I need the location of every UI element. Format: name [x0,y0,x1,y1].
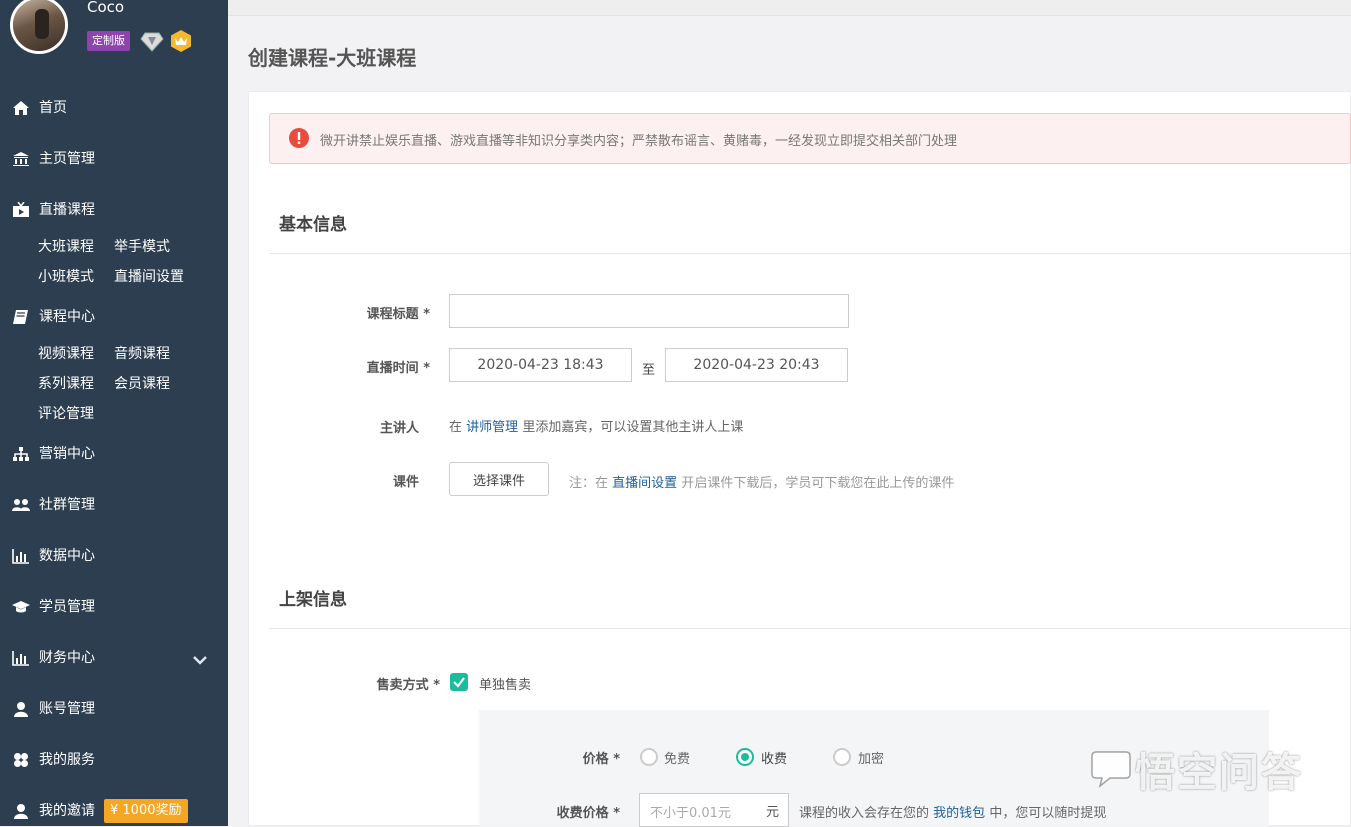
sale-method-label: 售卖方式 * [376,678,440,693]
bank-icon [13,152,29,166]
fee-price-placeholder: 不小于0.01元 [650,806,731,821]
clover-icon [14,753,28,767]
tv-play-icon [13,202,29,217]
nav-account[interactable]: 账号管理 [0,693,228,725]
nav-data-center-label: 数据中心 [39,548,95,564]
price-encrypted-radio[interactable] [833,748,851,766]
watermark-text: 悟空问答 [1135,750,1303,796]
fee-hint-post: 中，您可以随时提现 [989,806,1107,821]
fee-hint-pre: 课程的收入会存在您的 [799,806,930,821]
course-title-label: 课程标题 * [366,307,430,322]
live-time-label: 直播时间 * [366,361,430,376]
section-basic-info: 基本信息 [279,215,347,235]
price-free-radio[interactable] [640,748,658,766]
nav-students[interactable]: 学员管理 [0,591,228,623]
nav-marketing-label: 营销中心 [39,446,95,462]
sub-big-class[interactable]: 大班课程 [38,239,94,255]
avatar[interactable] [10,0,68,54]
bar-chart-icon [12,549,29,564]
price-label: 价格 * [582,752,620,767]
fee-price-label: 收费价格 * [556,806,620,821]
alert-text: 微开讲禁止娱乐直播、游戏直播等非知识分享类内容；严禁散布谣言、黄赌毒，一经发现立… [320,134,958,149]
finance-chart-icon [12,651,29,666]
fee-hint: 课程的收入会存在您的 我的钱包 中，您可以随时提现 [799,802,1106,821]
nav-live-course-label: 直播课程 [39,202,95,218]
crown-badge-icon [171,30,191,52]
sub-series[interactable]: 系列课程 [38,376,94,392]
speaker-text: 在 讲师管理 里添加嘉宾，可以设置其他主讲人上课 [449,416,743,435]
nav-services[interactable]: 我的服务 [0,744,228,776]
sub-audio[interactable]: 音频课程 [114,346,170,362]
graduation-cap-icon [12,601,30,613]
nav-community-label: 社群管理 [39,497,95,513]
sell-separately-checkbox[interactable] [450,673,468,691]
courseware-hint-pre: 注：在 [569,476,609,491]
price-free-label[interactable]: 免费 [664,748,690,767]
invite-reward-badge[interactable]: ¥ 1000奖励 [104,799,188,823]
divider [269,628,1351,629]
nav-home[interactable]: 首页 [0,92,228,124]
course-title-input[interactable] [449,294,849,328]
section-listing-info: 上架信息 [279,590,347,610]
sub-video[interactable]: 视频课程 [38,346,94,362]
sidebar: Coco 定制版 首页 主页管理 直播课程 大班课程 举手模式 小班模式 直播间… [0,0,228,826]
user-icon [14,702,28,717]
nav-live-course[interactable]: 直播课程 [0,194,228,226]
courseware-hint: 注：在 直播间设置 开启课件下载后，学员可下载您在此上传的课件 [569,472,954,491]
nav-finance-label: 财务中心 [39,650,95,666]
price-encrypted-label[interactable]: 加密 [858,748,884,767]
start-time-input[interactable]: 2020-04-23 18:43 [449,348,632,382]
nav-homepage-manage-label: 主页管理 [39,151,95,167]
nav-invite-label: 我的邀请 [39,803,95,819]
sub-comments[interactable]: 评论管理 [38,406,94,422]
users-icon [12,499,30,511]
courseware-hint-post: 开启课件下载后，学员可下载您在此上传的课件 [681,476,955,491]
nav-community[interactable]: 社群管理 [0,489,228,521]
sub-room-settings[interactable]: 直播间设置 [114,269,184,285]
courseware-label: 课件 [392,475,419,490]
nav-course-center[interactable]: 课程中心 [0,301,228,333]
sub-raise-hand[interactable]: 举手模式 [114,239,170,255]
top-bar [228,0,1351,16]
speech-bubble-icon [1091,751,1131,788]
username: Coco [87,0,125,16]
home-icon [13,101,29,115]
sitemap-icon [13,447,29,461]
fee-unit: 元 [766,805,780,820]
my-wallet-link[interactable]: 我的钱包 [933,806,985,821]
sub-member[interactable]: 会员课程 [114,376,170,392]
sell-separately-label: 单独售卖 [479,678,532,693]
speaker-post: 里添加嘉宾，可以设置其他主讲人上课 [522,420,744,435]
nav-account-label: 账号管理 [39,701,95,717]
nav-marketing[interactable]: 营销中心 [0,438,228,470]
diamond-icon [140,32,164,52]
end-time-input[interactable]: 2020-04-23 20:43 [665,348,848,382]
nav-course-center-label: 课程中心 [39,309,95,325]
page-title: 创建课程-大班课程 [248,46,417,70]
time-separator: 至 [642,363,656,378]
check-icon [453,677,465,688]
speaker-pre: 在 [449,420,463,435]
nav-home-label: 首页 [39,100,67,116]
edition-badge: 定制版 [87,31,130,51]
nav-data-center[interactable]: 数据中心 [0,540,228,572]
book-icon [13,310,28,324]
person-icon [14,804,28,819]
sub-small-class[interactable]: 小班模式 [38,269,94,285]
price-paid-radio[interactable] [736,748,754,766]
divider [269,253,1351,254]
price-paid-label[interactable]: 收费 [761,748,787,767]
nav-services-label: 我的服务 [39,752,95,768]
chevron-down-icon[interactable] [192,654,208,666]
nav-students-label: 学员管理 [39,599,95,615]
exclamation-icon [289,128,309,148]
select-courseware-button[interactable]: 选择课件 [449,462,549,496]
speaker-label: 主讲人 [379,421,419,436]
room-settings-link[interactable]: 直播间设置 [612,476,677,491]
lecturer-manage-link[interactable]: 讲师管理 [466,420,518,435]
nav-homepage-manage[interactable]: 主页管理 [0,143,228,175]
